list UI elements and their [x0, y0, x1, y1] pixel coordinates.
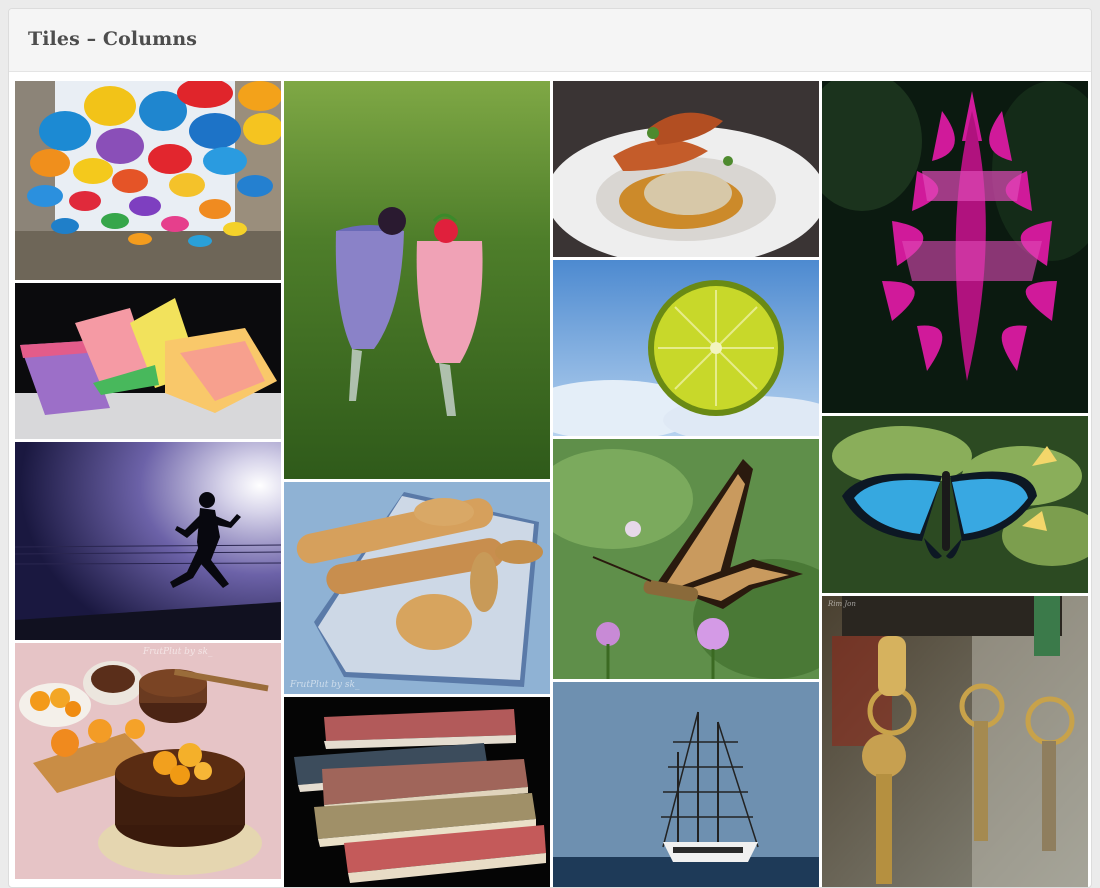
runner-image [15, 442, 281, 640]
gallery-panel: Tiles – Columns FrutPlut by sk_ FrutPlut… [8, 8, 1092, 888]
bread-basket-image [284, 482, 550, 694]
hanging-keys-image [822, 596, 1088, 887]
watermark-caption: FrutPlut by sk_ [143, 647, 213, 657]
tile-lime-slice[interactable] [553, 260, 819, 436]
watermark-caption: FrutPlut by sk_ [290, 680, 360, 690]
panel-header: Tiles – Columns [9, 9, 1091, 72]
tile-bread-basket[interactable]: FrutPlut by sk_ [284, 482, 550, 694]
watermark-caption: Rim Jon [828, 600, 856, 608]
tile-umbrellas[interactable] [15, 81, 281, 280]
tile-jelly-candies[interactable] [15, 283, 281, 439]
tile-runner[interactable] [15, 442, 281, 640]
pink-flower-image [822, 81, 1088, 413]
tall-ship-image [553, 682, 819, 887]
shrimp-dish-image [553, 81, 819, 257]
smoothie-glasses-image [284, 81, 550, 479]
tile-shrimp-dish[interactable] [553, 81, 819, 257]
tile-chocolate-cake[interactable]: FrutPlut by sk_ [15, 643, 281, 879]
jelly-candies-image [15, 283, 281, 439]
panel-title: Tiles – Columns [28, 28, 198, 50]
tile-tall-ship[interactable] [553, 682, 819, 887]
lime-slice-image [553, 260, 819, 436]
swallowtail-butterfly-image [553, 439, 819, 679]
blue-morpho-image [822, 416, 1088, 593]
tile-hanging-keys[interactable]: Rim Jon [822, 596, 1088, 887]
tile-pink-flower[interactable] [822, 81, 1088, 413]
tile-blue-morpho[interactable] [822, 416, 1088, 593]
tile-books[interactable] [284, 697, 550, 887]
chocolate-cake-image [15, 643, 281, 879]
books-image [284, 697, 550, 887]
umbrellas-image [15, 81, 281, 280]
tile-swallowtail-butterfly[interactable] [553, 439, 819, 679]
tile-smoothie-glasses[interactable] [284, 81, 550, 479]
